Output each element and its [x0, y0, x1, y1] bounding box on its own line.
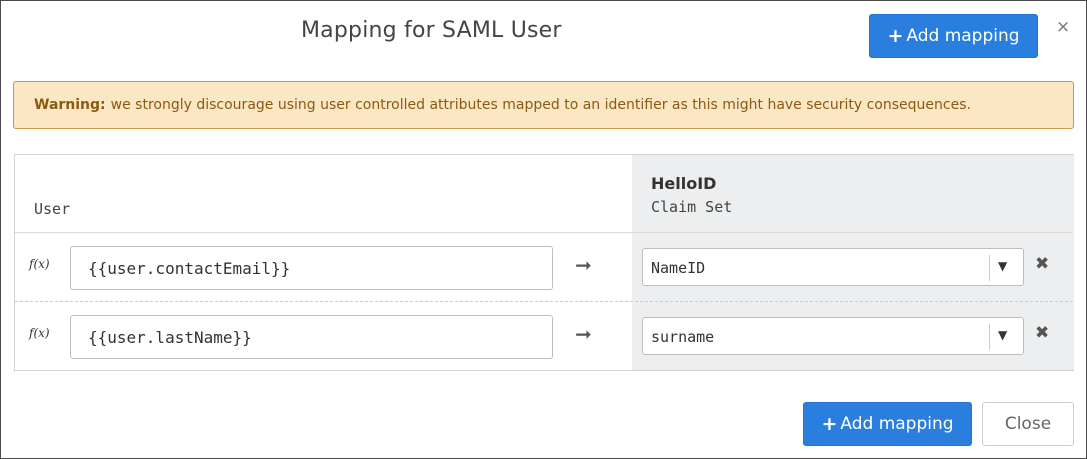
select-divider — [989, 324, 990, 350]
claim-select-value: surname — [651, 328, 715, 346]
dialog-title: Mapping for SAML User — [301, 18, 562, 43]
add-mapping-button-bottom[interactable]: + Add mapping — [803, 402, 972, 446]
source-expression-input[interactable]: {{user.lastName}} — [70, 315, 553, 359]
add-mapping-button-top[interactable]: + Add mapping — [869, 14, 1038, 58]
mapping-row: f(x) {{user.contactEmail}} ➞ NameID ▼ ✖ — [15, 233, 1073, 293]
select-divider — [989, 255, 990, 281]
plus-icon: + — [821, 412, 838, 435]
arrow-right-icon: ➞ — [575, 253, 592, 277]
close-button[interactable]: Close — [982, 402, 1074, 446]
claim-select-value: NameID — [651, 259, 706, 277]
mapping-table: User HelloID Claim Set f(x) {{user.conta… — [14, 154, 1074, 371]
source-expression-input[interactable]: {{user.contactEmail}} — [70, 246, 553, 290]
chevron-down-icon[interactable]: ▼ — [998, 259, 1007, 273]
function-icon[interactable]: f(x) — [29, 257, 50, 271]
target-column-header: Claim Set — [651, 198, 733, 216]
warning-label: Warning: — [34, 97, 106, 113]
add-mapping-label: Add mapping — [906, 26, 1020, 46]
add-mapping-label: Add mapping — [840, 414, 954, 434]
source-column-header: User — [34, 200, 71, 218]
warning-alert: Warning: we strongly discourage using us… — [13, 81, 1074, 129]
remove-mapping-icon[interactable]: ✖ — [1035, 254, 1049, 274]
target-app-name: HelloID — [651, 174, 717, 193]
mapping-row: f(x) {{user.lastName}} ➞ surname ▼ ✖ — [15, 302, 1073, 362]
chevron-down-icon[interactable]: ▼ — [998, 328, 1007, 342]
remove-mapping-icon[interactable]: ✖ — [1035, 323, 1049, 343]
warning-message: we strongly discourage using user contro… — [110, 97, 971, 113]
plus-icon: + — [887, 24, 904, 47]
arrow-right-icon: ➞ — [575, 322, 592, 346]
close-icon[interactable]: × — [1056, 17, 1070, 37]
mapping-dialog: Mapping for SAML User + Add mapping × Wa… — [0, 0, 1087, 459]
claim-select[interactable]: NameID ▼ — [642, 248, 1024, 286]
function-icon[interactable]: f(x) — [29, 326, 50, 340]
claim-select[interactable]: surname ▼ — [642, 317, 1024, 355]
